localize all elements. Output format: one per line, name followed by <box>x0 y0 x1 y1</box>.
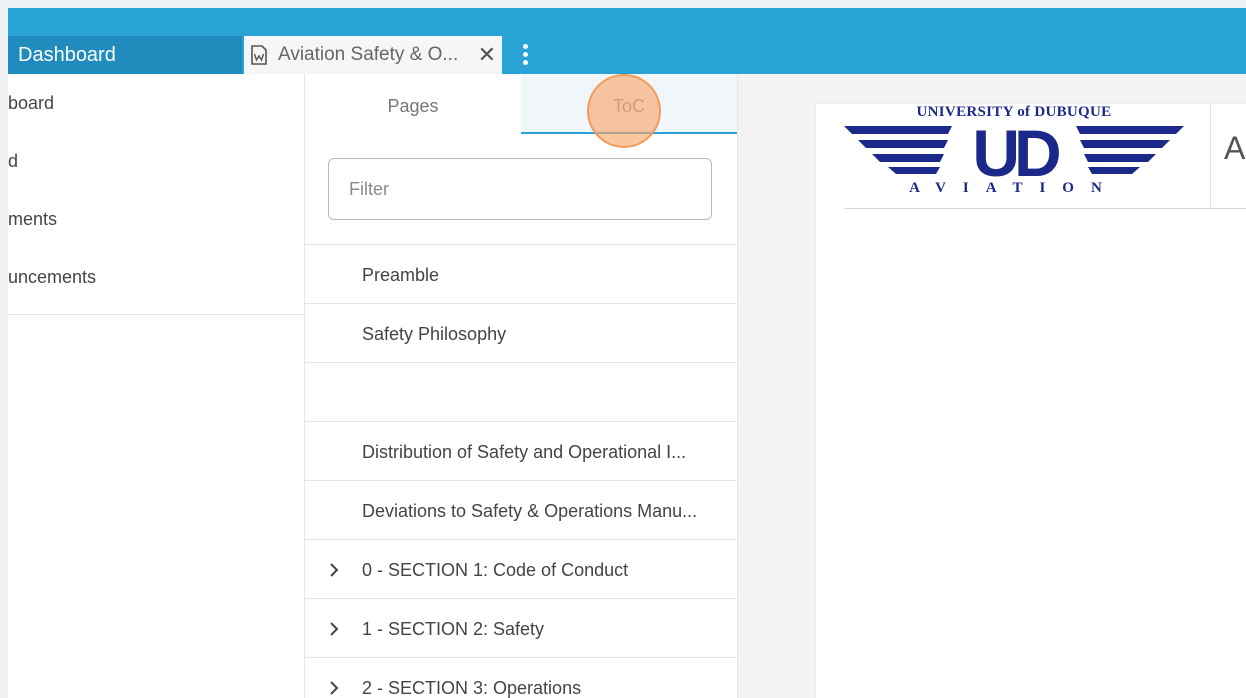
nav-item-dashboard[interactable]: board <box>8 74 304 132</box>
nav-item-announcements[interactable]: uncements <box>8 248 304 306</box>
toc-item-label: 1 - SECTION 2: Safety <box>362 619 545 639</box>
toc-item-label: 2 - SECTION 3: Operations <box>362 678 582 698</box>
nav-item-label: ments <box>8 209 58 229</box>
document-viewer: UNIVERSITY of DUBUQUE UD AVIATION A <box>738 74 1246 698</box>
nav-item-label: board <box>8 93 55 113</box>
toc-item[interactable]: Safety Philosophy <box>305 304 737 363</box>
toc-item-expandable[interactable]: 2 - SECTION 3: Operations <box>305 658 737 698</box>
toc-item[interactable]: Deviations to Safety & Operations Manu..… <box>305 481 737 540</box>
app-window: Dashboard Aviation Safety & O... ✕ board… <box>8 8 1246 698</box>
university-logo: UNIVERSITY of DUBUQUE UD AVIATION <box>844 104 1184 208</box>
nav-item-label: uncements <box>8 267 97 287</box>
toc-item[interactable]: Preamble <box>305 245 737 304</box>
toc-item-label: Preamble <box>362 265 440 285</box>
logo-mark-text: UD <box>972 116 1059 190</box>
toc-panel: Pages ToC Preamble Safety Philosophy Dis… <box>305 74 737 698</box>
toc-item-expandable[interactable]: 0 - SECTION 1: Code of Conduct <box>305 540 737 599</box>
toc-item[interactable] <box>305 363 737 422</box>
toc-item[interactable]: Distribution of Safety and Operational I… <box>305 422 737 481</box>
tab-dashboard[interactable]: Dashboard <box>8 36 242 74</box>
chevron-right-icon[interactable] <box>327 620 341 638</box>
tab-pages[interactable]: Pages <box>305 74 521 134</box>
toc-item-label: Distribution of Safety and Operational I… <box>362 442 687 462</box>
tab-document-label: Aviation Safety & O... <box>278 44 459 65</box>
more-options-icon[interactable] <box>522 44 530 70</box>
divider <box>1210 104 1211 208</box>
panel-tabs: Pages ToC <box>305 74 737 148</box>
click-indicator <box>587 74 661 148</box>
nav-item-documents[interactable]: ments <box>8 190 304 248</box>
filter-input[interactable] <box>328 158 712 220</box>
toc-item-expandable[interactable]: 1 - SECTION 2: Safety <box>305 599 737 658</box>
nav-item-2[interactable]: d <box>8 132 304 190</box>
toc-item-label: 0 - SECTION 1: Code of Conduct <box>362 560 629 580</box>
toc-list: Preamble Safety Philosophy Distribution … <box>305 245 737 698</box>
chevron-right-icon[interactable] <box>327 679 341 697</box>
left-nav: board d ments uncements <box>8 74 304 315</box>
chevron-right-icon[interactable] <box>327 561 341 579</box>
divider <box>844 208 1246 209</box>
nav-item-label: d <box>8 151 19 171</box>
toc-item-label: Safety Philosophy <box>362 324 507 344</box>
document-header-text: A <box>1224 130 1246 166</box>
document-icon <box>251 45 267 65</box>
tab-dashboard-label: Dashboard <box>18 44 116 66</box>
top-bar: Dashboard Aviation Safety & O... ✕ <box>8 8 1246 74</box>
tab-document[interactable]: Aviation Safety & O... ✕ <box>244 36 502 74</box>
logo-bottom-text: AVIATION <box>909 180 1119 196</box>
document-page: UNIVERSITY of DUBUQUE UD AVIATION A <box>816 104 1246 698</box>
toc-item-label: Deviations to Safety & Operations Manu..… <box>362 501 698 521</box>
close-icon[interactable]: ✕ <box>478 36 496 74</box>
